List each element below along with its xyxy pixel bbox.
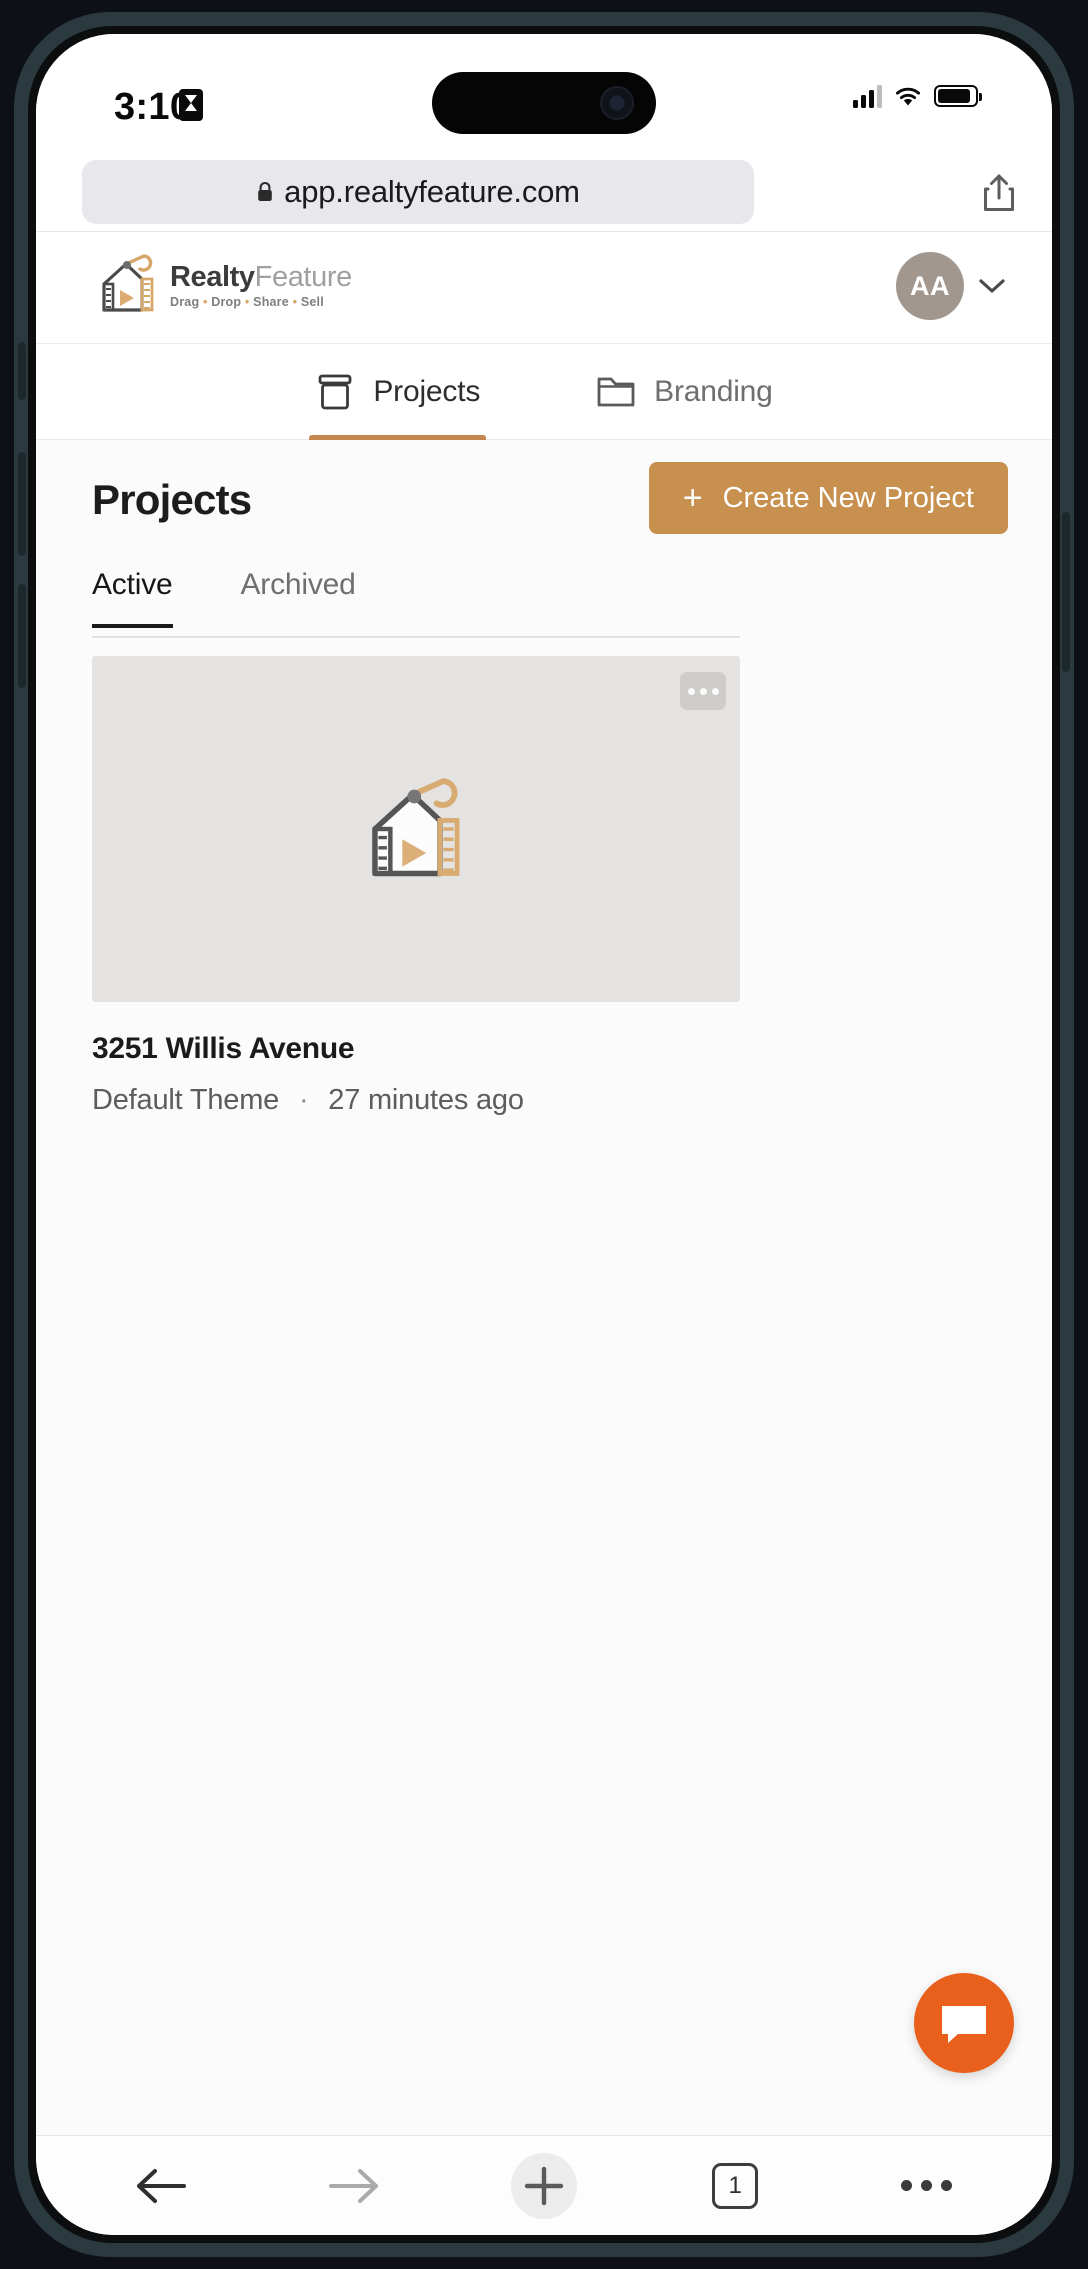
phone-bezel: 3:10 app.realtyfeature.com RealtyFeature… <box>28 26 1060 2243</box>
folder-icon <box>597 377 635 406</box>
project-thumbnail[interactable] <box>92 656 740 1002</box>
realtyfeature-logo-icon <box>372 778 460 877</box>
meta-separator: · <box>298 1084 309 1116</box>
tab-count: 1 <box>712 2162 759 2209</box>
section-tabs: Projects Branding <box>36 344 1052 440</box>
archive-box-icon <box>318 374 352 409</box>
realtyfeature-logo-icon <box>102 254 154 312</box>
project-theme: Default Theme <box>92 1084 280 1116</box>
filter-tab-archived[interactable]: Archived <box>241 568 356 626</box>
project-meta: Default Theme · 27 minutes ago <box>92 1084 740 1117</box>
chat-widget-button[interactable] <box>914 1973 1014 2073</box>
browser-forward-button[interactable] <box>308 2151 398 2221</box>
project-card[interactable]: 3251 Willis Avenue Default Theme · 27 mi… <box>92 656 740 1117</box>
create-new-project-label: Create New Project <box>722 481 974 514</box>
browser-new-tab-button[interactable] <box>499 2151 589 2221</box>
dynamic-island <box>432 72 656 134</box>
battery-icon <box>934 85 982 107</box>
project-options-button[interactable] <box>680 672 726 710</box>
browser-more-button[interactable] <box>881 2151 971 2221</box>
brand-logo[interactable]: RealtyFeature Drag • Drop • Share • Sell <box>90 248 352 320</box>
filter-tab-active[interactable]: Active <box>92 568 173 628</box>
tab-branding[interactable]: Branding <box>590 344 779 440</box>
avatar[interactable]: AA <box>896 252 964 320</box>
arrow-right-icon <box>328 2168 378 2203</box>
content-area: Projects + Create New Project Active Arc… <box>36 440 1052 2135</box>
silent-switch[interactable] <box>18 342 26 400</box>
lock-icon <box>258 181 272 201</box>
brand-name-bold: Realty <box>170 260 255 293</box>
create-new-project-button[interactable]: + Create New Project <box>648 462 1008 534</box>
brand-text: RealtyFeature Drag • Drop • Share • Sell <box>170 262 352 310</box>
plus-icon: + <box>682 479 703 517</box>
project-name: 3251 Willis Avenue <box>92 1032 355 1065</box>
brand-name-light: Feature <box>254 260 353 293</box>
status-bar: 3:10 <box>36 34 1052 154</box>
front-camera-icon <box>600 86 634 120</box>
wifi-icon <box>895 87 921 105</box>
share-icon[interactable] <box>980 172 1018 214</box>
tab-projects-label: Projects <box>373 374 481 408</box>
project-updated: 27 minutes ago <box>328 1084 524 1116</box>
tab-branding-label: Branding <box>654 374 773 408</box>
chevron-down-icon[interactable] <box>978 277 1006 295</box>
cellular-signal-icon <box>853 84 882 108</box>
url-text: app.realtyfeature.com <box>284 174 580 209</box>
url-input[interactable]: app.realtyfeature.com <box>82 160 754 224</box>
phone-screen: 3:10 app.realtyfeature.com RealtyFeature… <box>36 34 1052 2235</box>
arrow-left-icon <box>136 2168 186 2203</box>
chat-bubble-icon <box>942 2006 986 2043</box>
ellipsis-icon <box>900 2180 952 2191</box>
phone-frame: 3:10 app.realtyfeature.com RealtyFeature… <box>14 12 1074 2257</box>
page-header: Projects + Create New Project <box>36 462 1052 554</box>
project-filter-tabs: Active Archived <box>92 568 740 638</box>
plus-icon <box>510 2152 577 2219</box>
page-title: Projects <box>92 476 252 523</box>
app-header: RealtyFeature Drag • Drop • Share • Sell… <box>36 232 1052 344</box>
tab-projects[interactable]: Projects <box>309 344 486 440</box>
status-indicators <box>853 84 982 108</box>
browser-tabs-button[interactable]: 1 <box>690 2151 780 2221</box>
volume-up-button[interactable] <box>18 452 26 556</box>
brand-tagline: Drag • Drop • Share • Sell <box>170 295 324 310</box>
browser-url-bar: app.realtyfeature.com <box>36 154 1052 232</box>
hourglass-icon <box>179 89 203 121</box>
volume-down-button[interactable] <box>18 584 26 688</box>
browser-bottom-nav: 1 <box>36 2135 1052 2235</box>
browser-back-button[interactable] <box>117 2151 207 2221</box>
power-button[interactable] <box>1062 512 1070 672</box>
account-menu[interactable]: AA <box>896 252 1006 320</box>
brand-wordmark: RealtyFeature <box>170 262 352 292</box>
